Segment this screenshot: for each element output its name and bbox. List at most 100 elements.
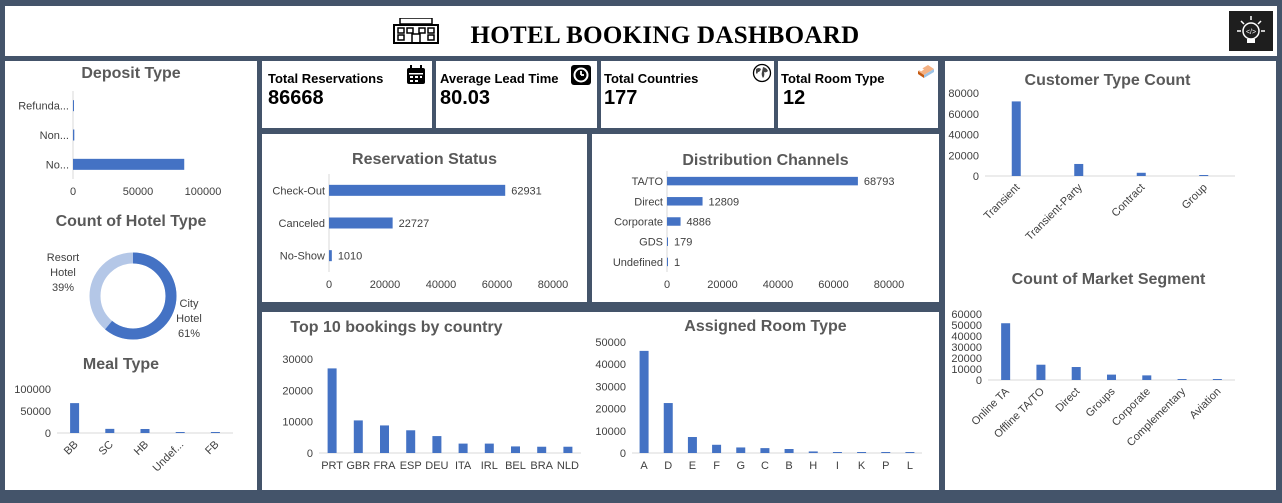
tick-label: 30000: [951, 342, 982, 354]
tick-label: 0: [664, 279, 670, 291]
category-label: Canceled: [279, 218, 325, 230]
status-chart: Check-Out 62931 Canceled 22727 No-Show 1010 0 2…: [272, 174, 568, 291]
tick-label: 40000: [426, 279, 457, 291]
bar: [329, 184, 506, 196]
bar: [663, 403, 673, 453]
category-label: Undefined: [613, 257, 663, 269]
category-label: B: [785, 460, 792, 472]
category-label: BB: [62, 439, 81, 458]
tick-label: 60000: [818, 279, 849, 291]
tick-label: 50000: [20, 406, 51, 418]
calendar-icon: [407, 65, 425, 84]
bar: [1071, 367, 1081, 380]
tick-label: 0: [976, 375, 982, 387]
channels-chart: TA/TO 68793 Direct 12809 Corporate 4886 GDS 179…: [613, 171, 904, 291]
category-label: A: [640, 460, 648, 472]
kpi-label: Average Lead Time: [440, 71, 559, 86]
data-label: 4886: [687, 217, 711, 229]
bar: [1142, 375, 1152, 380]
bar: [380, 425, 389, 453]
bar: [1107, 374, 1116, 380]
kpi-value: 12: [783, 87, 806, 109]
category-label: Direct: [1054, 386, 1083, 415]
bar: [70, 403, 80, 433]
data-label: 1: [674, 257, 680, 269]
tick-label: 0: [307, 448, 313, 460]
category-label: BRA: [530, 460, 553, 472]
bar: [210, 432, 220, 433]
tick-label: 100000: [14, 384, 51, 396]
bar: [329, 217, 393, 229]
bar: [327, 368, 337, 453]
category-label: L: [907, 460, 913, 472]
tick-label: 40000: [951, 331, 982, 343]
tick-label: 10000: [282, 417, 313, 429]
country-chart: PRT GBR FRA ESP DEU ITA IRL BEL BRA NLD 0 10000 2000…: [282, 354, 581, 472]
category-label: FRA: [374, 460, 397, 472]
kpi-total-room-type: Total Room Type 12: [778, 61, 938, 128]
tick-label: 60000: [951, 309, 982, 321]
category-label: H: [809, 460, 817, 472]
meal-chart: BB SC HB Undef... FB 0 50000 100000: [14, 384, 233, 474]
category-label: Aviation: [1187, 386, 1223, 422]
bar: [406, 430, 416, 453]
bed-icon: [918, 65, 934, 78]
category-label: No-Show: [280, 251, 325, 263]
bar: [736, 447, 746, 453]
bar: [563, 446, 573, 453]
kpi-average-lead-time: Average Lead Time 80.03: [436, 61, 597, 128]
bar: [1001, 323, 1011, 380]
tick-label: 20000: [370, 279, 401, 291]
right-panel: Customer Type Count Transient Transient-P…: [945, 61, 1276, 490]
bar: [712, 444, 722, 453]
tick-label: 20000: [282, 385, 313, 397]
clock-icon: [571, 65, 591, 85]
bar: [511, 446, 520, 453]
left-panel: Deposit Type Refunda... Non... No... 0 50000…: [5, 61, 257, 490]
kpi-value: 80.03: [440, 87, 491, 109]
lightbulb-icon[interactable]: </>: [1229, 11, 1273, 51]
bar: [432, 436, 442, 453]
status-panel: Reservation Status Check-Out 62931 Cancele…: [262, 134, 587, 302]
data-label: 12809: [709, 196, 740, 208]
bar: [353, 420, 363, 453]
tick-label: 60000: [482, 279, 513, 291]
category-label: ITA: [455, 460, 472, 472]
bar: [1036, 364, 1046, 380]
category-label: P: [882, 460, 889, 472]
bar: [105, 428, 115, 433]
bar: [881, 452, 891, 453]
tick-label: 40000: [595, 359, 626, 371]
category-label: Corporate: [614, 217, 663, 229]
bar: [484, 443, 494, 453]
bar: [1177, 379, 1187, 380]
kpi-label: Total Countries: [604, 71, 699, 86]
category-label: D: [664, 460, 672, 472]
category-label: IRL: [481, 460, 498, 472]
bar: [140, 428, 150, 433]
tick-label: 0: [45, 428, 51, 440]
category-label: DEU: [425, 460, 448, 472]
category-label: C: [761, 460, 769, 472]
bar: [687, 437, 697, 453]
bar: [458, 443, 468, 453]
room-chart: A D E F G C B H I K P L 0 10000 20000 30000 40000 50000: [595, 337, 922, 472]
category-label: FB: [203, 439, 221, 457]
kpi-label: Total Reservations: [268, 71, 384, 86]
bar: [329, 250, 332, 262]
bar: [905, 452, 915, 453]
bar: [857, 452, 867, 453]
kpi-label: Total Room Type: [781, 71, 885, 86]
tick-label: 30000: [595, 381, 626, 393]
tick-label: 20000: [595, 404, 626, 416]
bar: [667, 257, 668, 267]
category-label: PRT: [321, 460, 343, 472]
market-chart: Online TAOffline TA/TO Direct GroupsCorpor…: [951, 309, 1235, 449]
category-label: ESP: [400, 460, 422, 472]
tick-label: 10000: [951, 364, 982, 376]
bar: [537, 446, 547, 453]
category-label: GDS: [639, 237, 663, 249]
bar: [760, 448, 770, 453]
tick-label: 50000: [951, 320, 982, 332]
tick-label: 50000: [595, 337, 626, 349]
